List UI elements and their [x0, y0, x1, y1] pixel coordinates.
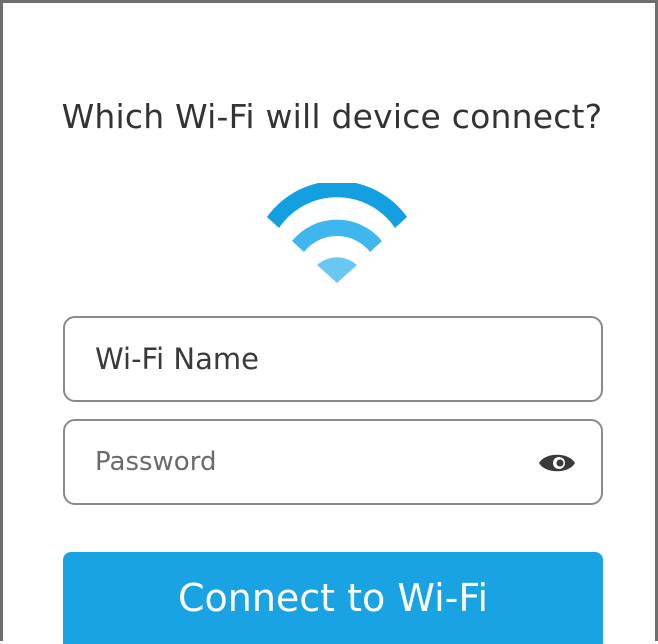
- page-title: Which Wi-Fi will device connect?: [61, 97, 603, 136]
- connect-button[interactable]: Connect to Wi-Fi: [63, 552, 603, 644]
- eye-icon[interactable]: [537, 450, 577, 476]
- wifi-middle-arc: [292, 219, 382, 252]
- wifi-name-input[interactable]: [95, 318, 535, 400]
- password-field: [63, 419, 603, 505]
- wifi-setup-screen: Which Wi-Fi will device connect? Connect…: [0, 0, 658, 644]
- wifi-icon: [267, 183, 407, 283]
- wifi-name-field: [63, 316, 603, 402]
- wifi-dot: [317, 257, 357, 283]
- password-input[interactable]: [95, 421, 535, 503]
